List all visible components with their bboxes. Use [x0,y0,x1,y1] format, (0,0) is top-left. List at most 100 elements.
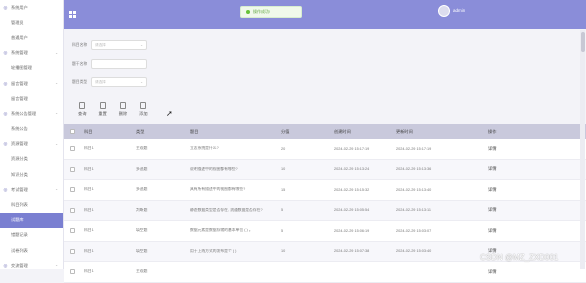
sidebar-item-label: 系统公告管理 [11,110,37,116]
sidebar-item[interactable]: 轮播图管理 [0,61,63,76]
sidebar-item[interactable]: 试卷列表 [0,243,63,258]
sidebar: ◎ 系统用户 管理员 普通用户 ◎ 系统管理 ⌄ 轮播图管理 ◎ 留言管理 ⌄ 留言管理 ◎ 系统公告管理… [0,0,64,269]
menu-group-icon: ◎ [3,50,8,56]
cell-created: 2024-02-29 15:06:19 [334,228,370,233]
row-checkbox[interactable] [64,146,82,152]
sidebar-item-label: 知识分类 [11,171,28,177]
detail-button[interactable]: 详情 [488,166,518,172]
menu-group-icon: ◎ [3,141,8,147]
watermark: CSDN @MZ_ZXD001 [480,253,559,262]
vertical-scrollbar[interactable] [580,30,585,269]
cell-subject: 科目1 [84,166,94,171]
type-label: 题目类型 [72,79,88,84]
sidebar-item[interactable]: 资源分类 [0,152,63,167]
detail-button[interactable]: 详情 [488,207,518,213]
row-checkbox[interactable] [64,207,82,213]
cell-question: 立志系统是什么? [190,146,219,151]
cell-type: 判断题 [136,207,148,212]
menu-group-icon: ◎ [3,80,8,86]
type-select[interactable]: 请选择 ⌄ [91,77,147,87]
detail-button[interactable]: 详情 [488,146,518,152]
cell-created: 2024-02-29 15:13:24 [334,167,370,172]
header-created: 创建时间 [334,128,351,134]
success-toast: 操作成功! [240,6,302,18]
sidebar-item[interactable]: 普通用户 [0,30,63,45]
type-filter: 题目类型 请选择 ⌄ [72,77,147,87]
sidebar-item[interactable]: 知识分类 [0,167,63,182]
sidebar-item[interactable]: ◎ 考试管理 ⌄ [0,182,63,197]
action-bar: 查询 重置 删除 添加 [78,102,160,117]
reset-button-label: 重置 [98,111,107,116]
sidebar-item[interactable]: 留言管理 [0,91,63,106]
row-checkbox[interactable] [64,166,82,172]
sidebar-item-label: 资源管理 [11,141,28,147]
chevron-down-icon: ⌄ [140,43,143,47]
cell-updated: 2024-02-29 15:13:40 [396,187,432,192]
sidebar-item-label: 留言管理 [11,95,28,101]
detail-button[interactable]: 详情 [488,228,518,234]
cell-created: 2024-02-29 15:17:19 [334,146,370,151]
table-row: 科目1 判断题 静态数据类型是否存在, 流通数据是否存在? 5 2024-02-29 1… [64,200,586,221]
username[interactable]: admin [453,8,465,13]
row-checkbox[interactable] [64,187,82,193]
row-checkbox[interactable] [64,228,82,234]
row-checkbox[interactable] [64,269,82,275]
cell-subject: 科目1 [84,228,94,233]
reset-button[interactable]: 重置 [98,102,107,117]
cell-updated: 2024-02-29 15:13:11 [396,208,431,213]
sidebar-item-label: 系统管理 [11,50,28,56]
table-header: 科目 类型 题目 分值 创建时间 更新时间 操作 [64,124,586,139]
detail-button[interactable]: 详情 [488,269,518,275]
table-row: 科目1 主观题 详情 [64,262,586,283]
cell-updated: 2024-02-29 15:17:19 [396,146,432,151]
menu-grid-icon[interactable] [69,11,76,18]
cell-question: 说明描述中的视图都有哪些? [190,166,238,171]
sidebar-item[interactable]: ◎ 交流管理 ⌄ [0,258,63,269]
header-question: 题目 [190,128,199,134]
search-button[interactable]: 查询 [78,102,86,117]
row-checkbox[interactable] [64,248,82,254]
subject-select[interactable]: 请选择 ⌄ [91,40,147,50]
menu-group-icon: ◎ [3,186,8,192]
sidebar-item[interactable]: ◎ 系统用户 [0,0,63,15]
sidebar-item[interactable]: ◎ 系统管理 ⌄ [0,46,63,61]
scrollbar-thumb[interactable] [580,32,585,52]
cell-subject: 科目1 [84,207,94,212]
cell-updated: 2024-02-29 15:13:36 [396,167,432,172]
cell-subject: 科目1 [84,248,94,253]
sidebar-item-label: 科目列表 [11,202,28,208]
cell-created: 2024-02-29 15:07:38 [334,249,370,254]
sidebar-item[interactable]: ◎ 系统公告管理 ⌄ [0,106,63,121]
sidebar-item-label: 考试管理 [11,186,28,192]
subject-placeholder: 请选择 [95,42,106,47]
chevron-down-icon: ⌄ [55,263,58,268]
cell-score: 15 [281,187,286,192]
top-bar: 操作成功! admin [64,0,586,29]
sidebar-item[interactable]: ◎ 资源管理 ⌄ [0,137,63,152]
header-actions: 操作 [488,128,497,134]
sidebar-item[interactable]: 试题库 [0,212,63,228]
menu-group-icon: ◎ [3,110,8,116]
cell-type: 填空题 [136,248,148,253]
select-all-checkbox[interactable] [64,129,82,134]
header-score: 分值 [281,128,290,134]
detail-button[interactable]: 详情 [488,187,518,193]
sidebar-item[interactable]: 科目列表 [0,197,63,212]
sidebar-item[interactable]: 错题记录 [0,228,63,243]
cell-question: 用于上线方式的发布是个 ( ) [190,248,237,253]
sidebar-item-label: 交流管理 [11,262,28,268]
cell-score: 10 [281,167,286,172]
cell-question: 数据元素是数据存储的基本单位 ( ) 。 [190,228,253,233]
sidebar-item[interactable]: 管理员 [0,15,63,30]
avatar[interactable] [438,5,450,17]
success-icon [246,10,250,14]
add-button[interactable]: 添加 [139,102,148,117]
mouse-cursor-icon: ➚ [166,109,173,118]
sidebar-item[interactable]: 系统公告 [0,122,63,137]
delete-button[interactable]: 删除 [119,102,127,117]
cell-type: 主观题 [136,146,148,151]
chevron-down-icon: ⌄ [55,141,58,146]
question-input[interactable] [91,59,147,69]
sidebar-item[interactable]: ◎ 留言管理 ⌄ [0,76,63,91]
cell-type: 多选题 [136,166,148,171]
